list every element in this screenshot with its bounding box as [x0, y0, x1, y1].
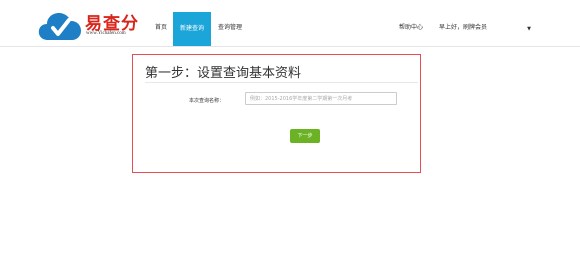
nav-home[interactable]: 首页 [152, 0, 170, 46]
brand-url: www.Yichafen.com [86, 31, 126, 36]
site-logo[interactable]: 易查分 www.Yichafen.com [38, 9, 138, 41]
nav-query-manage[interactable]: 查询管理 [216, 0, 244, 46]
query-name-label: 本次查询名称： [189, 98, 225, 104]
nav-help-center[interactable]: 帮助中心 [398, 0, 424, 46]
step-title: 第一步：设置查询基本资料 [145, 66, 302, 81]
user-menu-caret-icon[interactable]: ▼ [524, 0, 534, 46]
nav-new-query[interactable]: 新建查询 [173, 12, 211, 46]
next-step-button[interactable]: 下一步 [290, 129, 320, 143]
query-name-input[interactable] [245, 92, 397, 105]
top-header: 易查分 www.Yichafen.com 首页 新建查询 查询管理 帮助中心 早… [0, 0, 580, 47]
cloud-check-icon [38, 13, 81, 40]
step-one-panel: 第一步：设置查询基本资料 本次查询名称： 下一步 [132, 54, 421, 173]
user-greeting[interactable]: 早上好，刷牌会员 [436, 0, 490, 46]
title-divider [145, 82, 418, 83]
